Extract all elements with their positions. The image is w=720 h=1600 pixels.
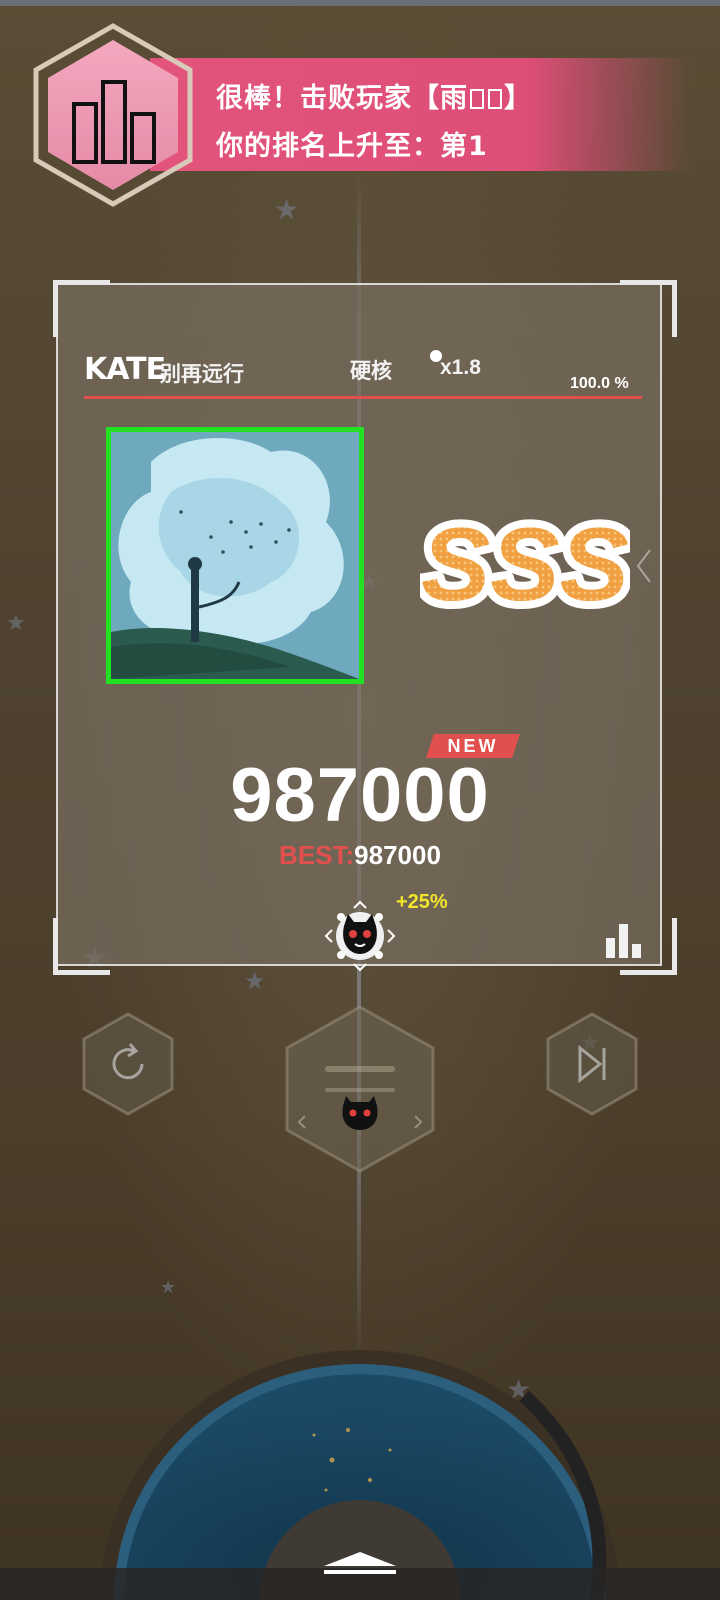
card-corner xyxy=(620,280,677,337)
song-title: 别再远行 xyxy=(160,362,244,386)
retry-button[interactable] xyxy=(82,1012,174,1116)
score-value: 987000 xyxy=(230,753,490,838)
bonus-percent: +25% xyxy=(396,891,448,913)
up-chevron-icon[interactable] xyxy=(318,1548,402,1578)
next-button[interactable] xyxy=(546,1012,638,1116)
best-score-row: BEST:987000 xyxy=(0,840,720,871)
star-decoration-icon: ★ xyxy=(160,1277,177,1297)
rank-text: SSS xyxy=(421,507,629,623)
star-decoration-icon: ★ xyxy=(274,194,300,225)
rank-grade: SSS SSS xyxy=(413,499,637,631)
song-artist: KATE xyxy=(84,352,166,387)
status-strip xyxy=(0,0,720,6)
star-decoration-icon: ★ xyxy=(6,610,26,635)
side-chevron-icon xyxy=(636,548,652,584)
leaderboard-icon xyxy=(72,80,156,166)
best-value: 987000 xyxy=(354,840,441,870)
notification-line-2: 你的排名上升至：第1 xyxy=(216,131,488,162)
character-selector[interactable] xyxy=(324,900,396,972)
star-decoration-icon: ★ xyxy=(244,968,266,995)
header-divider xyxy=(84,396,642,399)
stats-bars-icon[interactable] xyxy=(606,924,642,958)
game-result-screen: ★ ★ ★ ★ ★ ★ ★ ★ 很棒！击败玩家【雨】 你的排名上升至：第1 xyxy=(0,0,720,1600)
leaderboard-badge xyxy=(30,22,196,208)
card-corner xyxy=(53,280,110,337)
character-hex-button[interactable] xyxy=(283,1004,437,1174)
notification-line-1: 很棒！击败玩家【雨】 xyxy=(216,83,532,114)
song-cover-art xyxy=(106,427,364,684)
difficulty-label: 硬核 xyxy=(350,359,392,383)
card-corner xyxy=(53,918,110,975)
accuracy-value: 100.0 % xyxy=(570,375,629,392)
best-label: BEST: xyxy=(279,840,355,870)
speed-multiplier: x1.8 xyxy=(440,356,481,379)
